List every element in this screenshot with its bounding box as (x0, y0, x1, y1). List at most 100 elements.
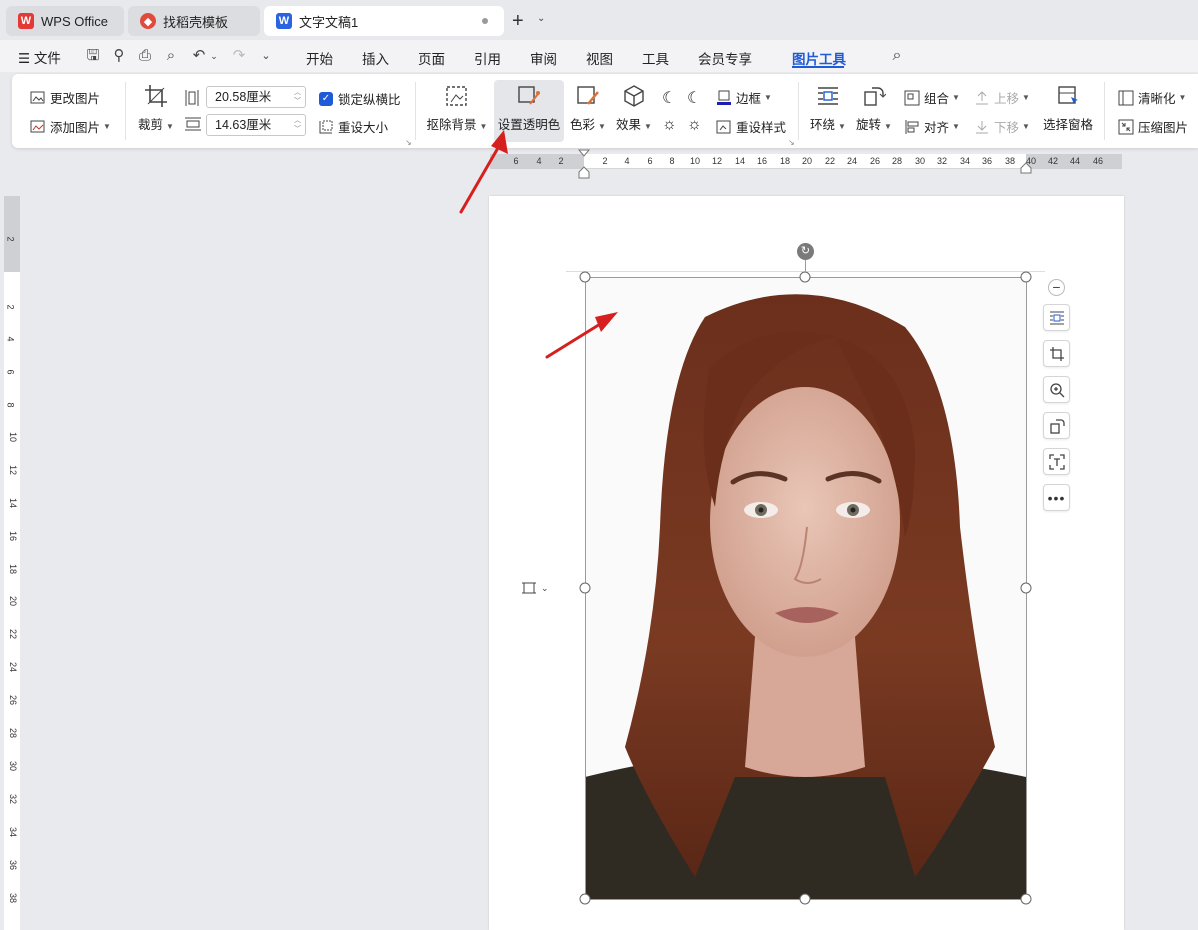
zoom-float-button[interactable] (1043, 376, 1070, 403)
vertical-ruler[interactable]: 2 2 4 6 8 10 12 14 16 18 20 22 24 26 28 … (4, 196, 20, 930)
decrease-brightness-icon[interactable]: ☾ (687, 88, 701, 108)
bring-forward-label: 上移 (994, 92, 1020, 106)
menu-tools[interactable]: 工具 (642, 48, 669, 68)
menu-picture-tools[interactable]: 图片工具 (792, 48, 846, 68)
menu-insert[interactable]: 插入 (362, 48, 389, 68)
chevron-down-icon[interactable]: ⌄ (537, 13, 545, 24)
reset-style-button[interactable]: 重设样式 (716, 117, 786, 136)
file-menu[interactable]: ☰ 文件 (18, 47, 61, 67)
tab-document[interactable]: W 文字文稿1 (264, 6, 504, 36)
chevron-down-icon[interactable]: ⌄ (205, 47, 223, 65)
crop-label: 裁剪 (138, 118, 164, 132)
chevron-down-icon: ▼ (838, 122, 846, 131)
chevron-down-icon: ▼ (884, 122, 892, 131)
chevron-down-icon: ▼ (1022, 122, 1030, 131)
layout-options-button[interactable]: ⌄ (521, 578, 559, 598)
lock-ratio-label: 锁定纵横比 (338, 93, 401, 107)
active-tab-underline (792, 66, 844, 68)
extract-text-float-button[interactable] (1043, 448, 1070, 475)
selected-picture[interactable] (585, 277, 1026, 899)
align-icon (904, 119, 920, 135)
ruler-tick: 16 (8, 530, 19, 542)
reset-style-icon (716, 119, 732, 135)
increase-contrast-icon[interactable]: ☼ (662, 116, 677, 134)
group-icon (904, 90, 920, 106)
group-label: 组合 (924, 92, 950, 106)
ribbon-divider (798, 82, 799, 140)
bring-forward-button[interactable]: 上移 ▼ (974, 88, 1030, 107)
tab-wps-office[interactable]: W WPS Office (6, 6, 124, 36)
resize-handle-w[interactable] (579, 582, 591, 594)
rotate-button[interactable]: 旋转 ▼ (854, 84, 894, 133)
send-backward-button[interactable]: 下移 ▼ (974, 117, 1030, 136)
ruler-tick: 12 (711, 156, 723, 166)
menu-review[interactable]: 审阅 (530, 48, 557, 68)
indent-marker-icon[interactable] (578, 149, 590, 179)
more-chevron-icon[interactable]: ⌄ (257, 47, 275, 65)
rotate-handle-icon[interactable]: ↻ (797, 243, 814, 260)
send-backward-icon (974, 119, 990, 135)
effects-button[interactable]: 效果 ▼ (614, 84, 654, 133)
resize-handle-se[interactable] (1020, 893, 1032, 905)
dialog-launcher-icon[interactable]: ↘ (788, 138, 795, 147)
menu-membership[interactable]: 会员专享 (698, 48, 752, 68)
spinner-arrows-icon[interactable]: ︿ ﹀ (294, 116, 301, 134)
border-button[interactable]: 边框 ▼ (716, 88, 772, 107)
ruler-tick: 18 (779, 156, 791, 166)
menu-home[interactable]: 开始 (306, 48, 333, 68)
menu-references[interactable]: 引用 (474, 48, 501, 68)
wrap-float-button[interactable] (1043, 304, 1070, 331)
print-icon[interactable]: ⎙ (136, 47, 154, 65)
tab-docer[interactable]: ◆ 找稻壳模板 (128, 6, 260, 36)
crop-icon (144, 84, 168, 108)
add-picture-button[interactable]: 添加图片 ▼ (30, 117, 111, 136)
redo-icon[interactable]: ↷ (230, 47, 248, 65)
effects-label: 效果 (616, 118, 642, 132)
ruler-tick: 32 (8, 793, 19, 805)
layout-options-icon (522, 582, 536, 594)
wrap-button[interactable]: 环绕 ▼ (808, 84, 848, 133)
resize-handle-s[interactable] (799, 893, 811, 905)
change-picture-button[interactable]: 更改图片 (30, 88, 100, 107)
new-tab-plus-icon[interactable]: + (512, 10, 524, 33)
resize-handle-nw[interactable] (579, 271, 591, 283)
compress-picture-icon (1118, 119, 1134, 135)
rotate-label: 旋转 (856, 118, 882, 132)
collapse-toolbar-icon[interactable]: − (1048, 279, 1065, 296)
lock-ratio-checkbox[interactable]: ✓ 锁定纵横比 (319, 89, 401, 108)
sharpen-button[interactable]: 清晰化 ▼ (1118, 88, 1186, 107)
menu-page[interactable]: 页面 (418, 48, 445, 68)
file-menu-label: 文件 (33, 51, 61, 66)
decrease-contrast-icon[interactable]: ☼ (687, 116, 702, 134)
spinner-arrows-icon[interactable]: ︿ ﹀ (294, 88, 301, 106)
print-preview-icon[interactable]: ⌕ (162, 47, 180, 65)
search-icon[interactable]: ⌕ (888, 47, 906, 65)
crop-float-button[interactable] (1043, 340, 1070, 367)
crop-button[interactable]: 裁剪 ▼ (136, 84, 176, 133)
reset-size-button[interactable]: 重设大小 (318, 117, 388, 136)
color-button[interactable]: 色彩 ▼ (568, 84, 608, 133)
resize-handle-e[interactable] (1020, 582, 1032, 594)
ruler-tick: 20 (8, 595, 19, 607)
compress-picture-button[interactable]: 压缩图片 (1118, 117, 1188, 136)
width-input[interactable]: 20.58厘米 ︿ ﹀ (206, 86, 306, 108)
menu-view[interactable]: 视图 (586, 48, 613, 68)
resize-handle-ne[interactable] (1020, 271, 1032, 283)
align-button[interactable]: 对齐 ▼ (904, 117, 960, 136)
increase-brightness-icon[interactable]: ☾ (662, 88, 676, 108)
selection-pane-button[interactable]: 选择窗格 (1042, 84, 1094, 133)
ruler-tick: 16 (756, 156, 768, 166)
height-input[interactable]: 14.63厘米 ︿ ﹀ (206, 114, 306, 136)
dialog-launcher-icon[interactable]: ↘ (405, 138, 412, 147)
color-icon (576, 84, 600, 108)
ribbon-divider (1104, 82, 1105, 140)
group-button[interactable]: 组合 ▼ (904, 88, 960, 107)
save-icon[interactable]: 🖫 (84, 47, 102, 65)
right-indent-marker-icon[interactable] (1020, 162, 1032, 174)
resize-handle-n[interactable] (799, 271, 811, 283)
resize-handle-sw[interactable] (579, 893, 591, 905)
more-float-button[interactable]: ••• (1043, 484, 1070, 511)
rotate-float-button[interactable] (1043, 412, 1070, 439)
share-icon[interactable]: ⚲ (110, 47, 128, 65)
chevron-down-icon: ▼ (103, 122, 111, 131)
